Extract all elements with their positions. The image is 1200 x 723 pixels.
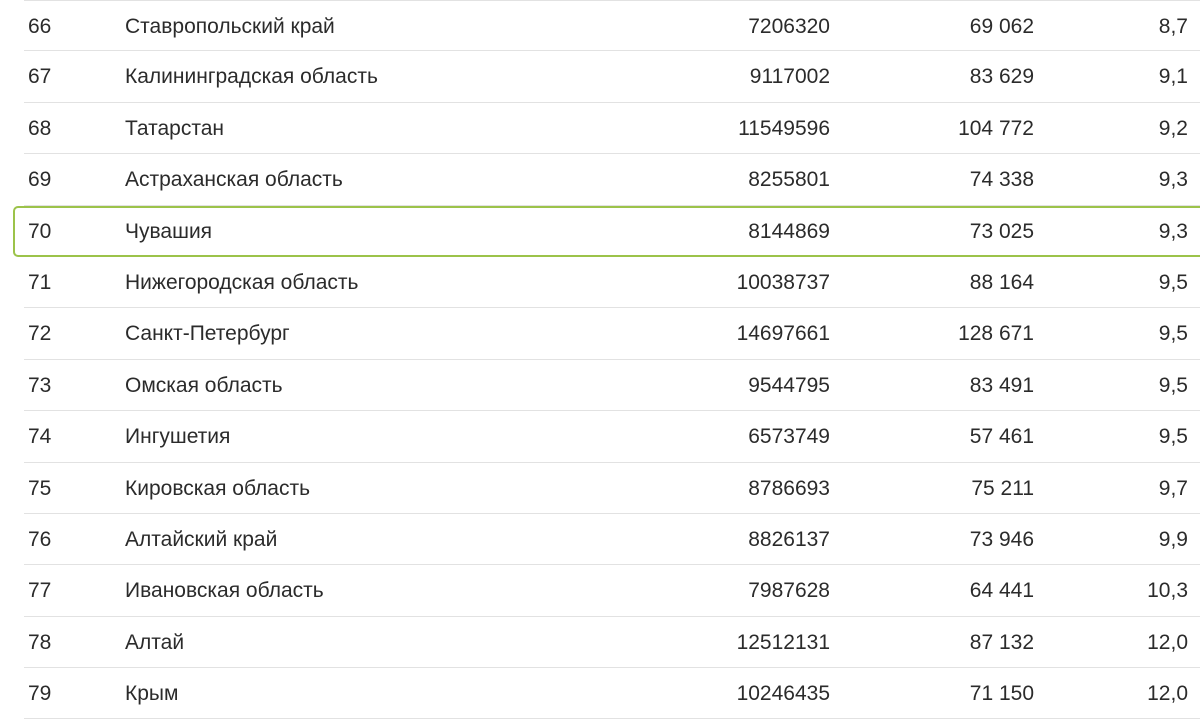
rank-cell: 75 [28, 476, 52, 500]
table-row[interactable]: 68 Татарстан 11549596 104 772 9,2 [24, 103, 1200, 155]
region-name-cell: Ингушетия [125, 425, 231, 449]
value-3-cell: 9,1 [1158, 65, 1188, 89]
value-2-cell: 73 025 [969, 219, 1034, 243]
value-1-cell: 14697661 [736, 322, 830, 346]
table-row[interactable]: 79 Крым 10246435 71 150 12,0 [24, 668, 1200, 720]
region-name-cell: Алтай [125, 630, 185, 654]
rank-cell: 73 [28, 373, 52, 397]
rank-cell: 66 [28, 15, 52, 38]
table-row[interactable]: 69 Астраханская область 8255801 74 338 9,3 [24, 154, 1200, 206]
value-3-cell: 9,5 [1158, 270, 1188, 294]
value-2-cell: 83 629 [969, 65, 1034, 89]
table-row[interactable]: 78 Алтай 12512131 87 132 12,0 [24, 617, 1200, 669]
region-ranking-table: 66 Ставропольский край 7206320 69 062 8,7 67 К… [13, 0, 1200, 720]
rank-cell: 68 [28, 116, 52, 140]
rank-cell: 74 [28, 425, 52, 449]
region-name-cell: Калининградская область [125, 65, 378, 89]
region-name-cell: Кировская область [125, 476, 311, 500]
rank-cell: 78 [28, 630, 52, 654]
value-1-cell: 6573749 [748, 425, 830, 449]
table-row-highlighted[interactable]: 70 Чувашия 8144869 73 025 9,3 [13, 205, 1200, 258]
value-1-cell: 10246435 [736, 682, 830, 706]
value-3-cell: 9,5 [1158, 425, 1188, 449]
value-2-cell: 75 211 [971, 476, 1034, 500]
region-name-cell: Нижегородская область [125, 270, 359, 294]
table-row[interactable]: 76 Алтайский край 8826137 73 946 9,9 [24, 514, 1200, 566]
region-name-cell: Ивановская область [125, 579, 324, 603]
value-3-cell: 12,0 [1147, 630, 1188, 654]
value-1-cell: 8255801 [748, 168, 830, 192]
value-3-cell: 12,0 [1147, 682, 1188, 706]
rank-cell: 70 [28, 219, 52, 243]
value-1-cell: 9544795 [748, 373, 830, 397]
rank-cell: 69 [28, 168, 52, 192]
table-row[interactable]: 75 Кировская область 8786693 75 211 9,7 [24, 463, 1200, 514]
table-row[interactable]: 71 Нижегородская область 10038737 88 164 9,5 [24, 257, 1200, 309]
value-1-cell: 12512131 [736, 630, 830, 654]
region-name-cell: Алтайский край [125, 527, 278, 551]
table-row[interactable]: 67 Калининградская область 9117002 83 629 9,… [24, 51, 1200, 103]
rank-cell: 76 [28, 527, 52, 551]
value-3-cell: 9,9 [1158, 527, 1188, 551]
value-1-cell: 8144869 [748, 219, 830, 243]
table-row[interactable]: 72 Санкт-Петербург 14697661 128 671 9,5 [24, 308, 1200, 360]
value-1-cell: 10038737 [736, 270, 830, 294]
rank-cell: 77 [28, 579, 52, 603]
value-2-cell: 71 150 [969, 682, 1034, 706]
value-2-cell: 88 164 [969, 270, 1034, 294]
value-2-cell: 104 772 [958, 116, 1034, 140]
value-2-cell: 57 461 [969, 425, 1034, 449]
value-3-cell: 9,7 [1158, 476, 1188, 500]
rank-cell: 71 [28, 270, 52, 294]
value-3-cell: 9,3 [1158, 219, 1188, 243]
value-3-cell: 9,2 [1158, 116, 1188, 140]
rank-cell: 67 [28, 65, 52, 89]
table-row[interactable]: 74 Ингушетия 6573749 57 461 9,5 [24, 411, 1200, 463]
value-2-cell: 64 441 [969, 579, 1034, 603]
value-3-cell: 9,3 [1158, 168, 1188, 192]
rank-cell: 72 [28, 322, 52, 346]
value-2-cell: 83 491 [969, 373, 1034, 397]
value-3-cell: 10,3 [1147, 579, 1188, 603]
table-row[interactable]: 77 Ивановская область 7987628 64 441 10,3 [24, 565, 1200, 617]
value-1-cell: 7987628 [748, 579, 830, 603]
value-3-cell: 9,5 [1158, 373, 1188, 397]
value-3-cell: 8,7 [1158, 15, 1188, 38]
value-1-cell: 11549596 [738, 116, 830, 140]
region-name-cell: Татарстан [125, 116, 225, 140]
region-name-cell: Астраханская область [125, 168, 343, 192]
value-1-cell: 8826137 [748, 527, 830, 551]
value-1-cell: 9117002 [749, 65, 830, 89]
value-2-cell: 87 132 [969, 630, 1034, 654]
region-name-cell: Омская область [125, 373, 283, 397]
rank-cell: 79 [28, 682, 52, 706]
region-name-cell: Санкт-Петербург [125, 322, 290, 346]
value-1-cell: 7206320 [748, 15, 830, 38]
value-3-cell: 9,5 [1158, 322, 1188, 346]
value-2-cell: 73 946 [969, 527, 1034, 551]
table-row[interactable]: 73 Омская область 9544795 83 491 9,5 [24, 360, 1200, 412]
value-2-cell: 128 671 [958, 322, 1034, 346]
value-2-cell: 74 338 [969, 168, 1034, 192]
table-row[interactable]: 66 Ставропольский край 7206320 69 062 8,7 [24, 0, 1200, 52]
region-name-cell: Чувашия [125, 219, 213, 243]
value-2-cell: 69 062 [969, 15, 1034, 38]
region-name-cell: Крым [125, 682, 179, 706]
value-1-cell: 8786693 [748, 476, 830, 500]
region-name-cell: Ставропольский край [125, 15, 335, 38]
